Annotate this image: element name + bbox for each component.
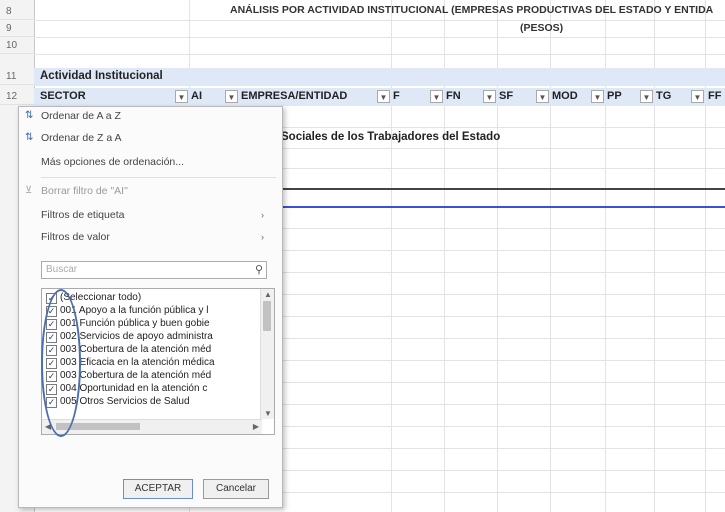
filter-dropdown-button[interactable]: ▼ <box>691 90 704 103</box>
row-number[interactable]: 10 <box>0 37 34 54</box>
gridline <box>34 37 725 38</box>
filter-dropdown-button[interactable]: ▼ <box>377 90 390 103</box>
horizontal-scrollbar[interactable]: ◀ ▶ <box>42 419 262 434</box>
filter-dropdown-button[interactable]: ▼ <box>483 90 496 103</box>
filter-dropdown-button[interactable]: ▼ <box>536 90 549 103</box>
column-header-ai[interactable]: AI <box>191 90 202 102</box>
scroll-down-icon[interactable]: ▼ <box>264 409 272 418</box>
report-subtitle: (PESOS) <box>520 22 564 34</box>
value-filters-label: Filtros de valor <box>41 231 110 243</box>
list-item[interactable]: ✓ (Seleccionar todo) <box>46 291 260 304</box>
label-filters-label: Filtros de etiqueta <box>41 209 125 221</box>
column-header-ff[interactable]: FF <box>708 90 721 102</box>
row-number[interactable]: 8 <box>0 3 34 20</box>
search-input[interactable]: Buscar ⚲ <box>41 261 267 279</box>
value-filters-option[interactable]: Filtros de valor › <box>41 228 272 246</box>
scroll-thumb[interactable] <box>263 301 271 331</box>
activity-header-label[interactable]: Actividad Institucional <box>40 70 163 82</box>
gridline <box>34 20 725 21</box>
list-item-label: 005 Otros Servicios de Salud <box>60 396 190 407</box>
list-item-label: 002 Servicios de apoyo administra <box>60 331 213 342</box>
list-item[interactable]: ✓ 001 Apoyo a la función pública y l <box>46 304 260 317</box>
list-item-label: 003 Eficacia en la atención médica <box>60 357 215 368</box>
autofilter-menu: ⇅ Ordenar de A a Z ⇅ Ordenar de Z a A Má… <box>18 106 283 508</box>
sort-az-option[interactable]: Ordenar de A a Z <box>41 107 272 125</box>
column-header-f[interactable]: F <box>393 90 400 102</box>
row-number[interactable]: 11 <box>0 68 34 85</box>
column-header-tg[interactable]: TG <box>656 90 671 102</box>
border-rule <box>281 188 725 190</box>
filter-dropdown-button[interactable]: ▼ <box>591 90 604 103</box>
list-item-label: 003 Cobertura de la atención méd <box>60 344 212 355</box>
list-item-label: 001 Apoyo a la función pública y l <box>60 305 209 316</box>
clear-filter-option[interactable]: Borrar filtro de "AI" <box>41 182 272 200</box>
more-sort-options[interactable]: Más opciones de ordenación... <box>41 153 272 171</box>
report-title: ANÁLISIS POR ACTIVIDAD INSTITUCIONAL (EM… <box>230 4 714 16</box>
filter-dropdown-button[interactable]: ▼ <box>225 90 238 103</box>
scroll-right-icon[interactable]: ▶ <box>253 422 259 431</box>
search-icon: ⚲ <box>254 264 263 276</box>
gridline <box>34 54 725 55</box>
column-header-mod[interactable]: MOD <box>552 90 578 102</box>
list-item-label: 001 Función pública y buen gobie <box>60 318 210 329</box>
column-header-pp[interactable]: PP <box>607 90 622 102</box>
column-header-sf[interactable]: SF <box>499 90 513 102</box>
vertical-scrollbar[interactable]: ▲ ▼ <box>260 289 274 419</box>
scroll-up-icon[interactable]: ▲ <box>264 290 272 299</box>
sort-descending-icon: ⇅ <box>25 132 34 143</box>
filter-dropdown-button[interactable]: ▼ <box>175 90 188 103</box>
sort-ascending-icon: ⇅ <box>25 110 34 121</box>
column-header-empresa[interactable]: EMPRESA/ENTIDAD <box>241 90 347 102</box>
cancel-button[interactable]: Cancelar <box>203 479 269 499</box>
cell-value[interactable]: Sociales de los Trabajadores del Estado <box>281 131 500 143</box>
search-placeholder: Buscar <box>46 264 78 275</box>
ok-button[interactable]: ACEPTAR <box>123 479 193 499</box>
chevron-right-icon: › <box>261 232 264 242</box>
highlight-oval <box>41 289 81 437</box>
filter-dropdown-button[interactable]: ▼ <box>640 90 653 103</box>
column-header-fn[interactable]: FN <box>446 90 461 102</box>
row-number[interactable]: 12 <box>0 88 34 105</box>
list-item-label: 003 Cobertura de la atención méd <box>60 370 212 381</box>
sort-za-option[interactable]: Ordenar de Z a A <box>41 129 272 147</box>
filter-dropdown-button[interactable]: ▼ <box>430 90 443 103</box>
chevron-right-icon: › <box>261 210 264 220</box>
label-filters-option[interactable]: Filtros de etiqueta › <box>41 206 272 224</box>
menu-separator <box>41 177 276 178</box>
column-header-sector[interactable]: SECTOR <box>40 90 86 102</box>
clear-filter-icon: ⊻ <box>25 185 33 196</box>
row-number[interactable]: 9 <box>0 20 34 37</box>
border-rule <box>281 206 725 208</box>
list-item-label: 004 Oportunidad en la atención c <box>60 383 208 394</box>
